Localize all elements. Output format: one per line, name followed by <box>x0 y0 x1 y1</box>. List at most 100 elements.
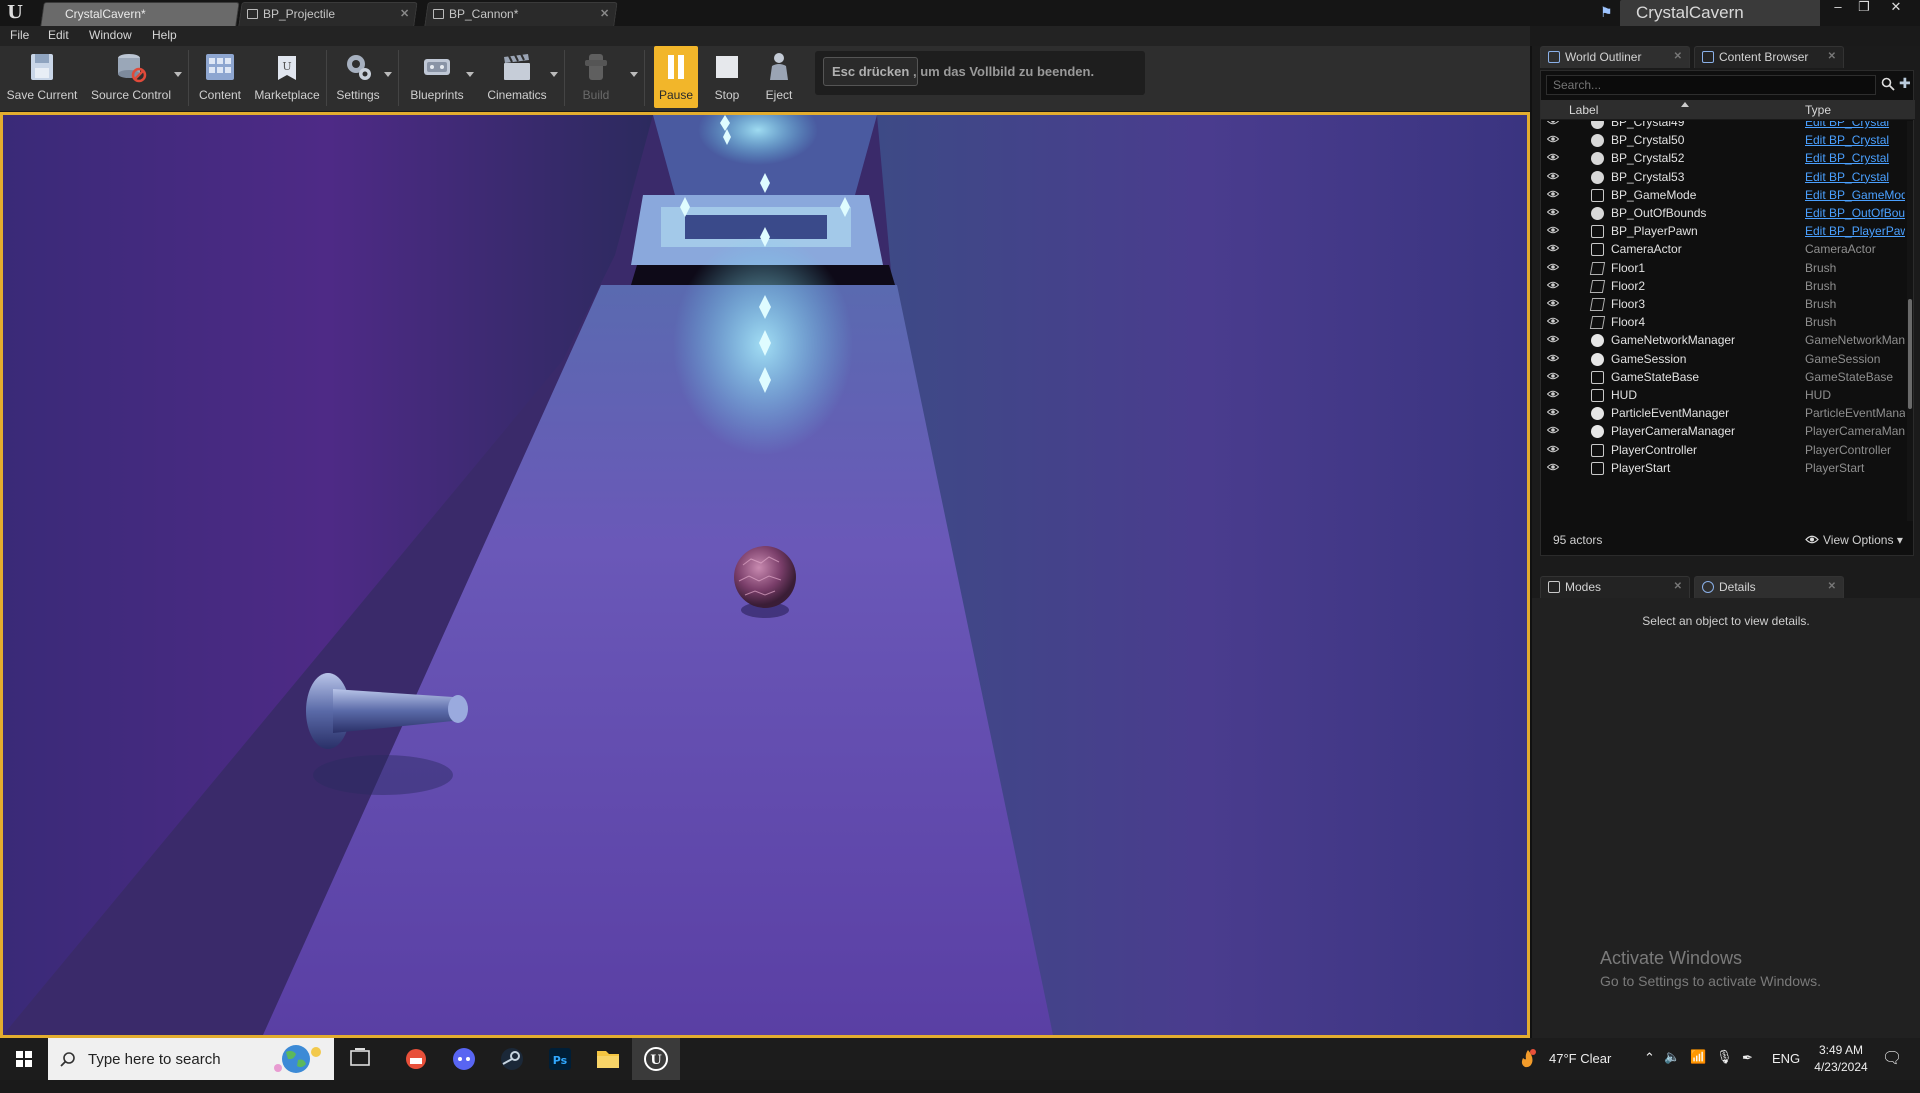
build-button[interactable]: Build <box>568 46 624 108</box>
close-icon[interactable]: ✕ <box>1674 47 1682 67</box>
outliner-row[interactable]: CameraActor CameraActor <box>1541 240 1906 258</box>
tab-modes[interactable]: Modes ✕ <box>1540 576 1690 598</box>
discord-icon[interactable] <box>440 1038 488 1080</box>
outliner-row[interactable]: BP_OutOfBounds Edit BP_OutOfBounds <box>1541 204 1906 222</box>
visibility-eye-icon[interactable] <box>1547 208 1559 216</box>
outliner-row[interactable]: GameSession GameSession <box>1541 350 1906 368</box>
visibility-eye-icon[interactable] <box>1547 299 1559 307</box>
language-indicator[interactable]: ENG <box>1772 1051 1800 1093</box>
eject-button[interactable]: Eject <box>754 46 804 108</box>
maximize-button[interactable]: ❐ <box>1852 0 1876 16</box>
menu-edit[interactable]: Edit <box>48 28 69 42</box>
edit-blueprint-link[interactable]: Edit BP_Crystal <box>1805 121 1905 129</box>
column-type-header[interactable]: Type <box>1805 103 1831 117</box>
visibility-eye-icon[interactable] <box>1547 153 1559 161</box>
tab-content-browser[interactable]: Content Browser ✕ <box>1694 46 1844 68</box>
unreal-engine-icon[interactable]: U <box>632 1038 680 1080</box>
outliner-row[interactable]: BP_Crystal52 Edit BP_Crystal <box>1541 149 1906 167</box>
blueprints-button[interactable]: Blueprints <box>402 46 472 108</box>
edit-blueprint-link[interactable]: Edit BP_Crystal <box>1805 151 1905 165</box>
visibility-eye-icon[interactable] <box>1547 426 1559 434</box>
photoshop-icon[interactable]: Ps <box>536 1038 584 1080</box>
outliner-row[interactable]: Floor1 Brush <box>1541 259 1906 277</box>
outliner-row[interactable]: BP_Crystal53 Edit BP_Crystal <box>1541 168 1906 186</box>
doc-tab-bp-projectile[interactable]: BP_Projectile ✕ <box>238 2 418 26</box>
visibility-eye-icon[interactable] <box>1547 172 1559 180</box>
outliner-row[interactable]: BP_Crystal50 Edit BP_Crystal <box>1541 131 1906 149</box>
level-viewport[interactable] <box>0 112 1530 1038</box>
notification-icon[interactable]: 🗨 <box>1882 1048 1902 1090</box>
system-clock[interactable]: 3:49 AM 4/23/2024 <box>1810 1042 1872 1076</box>
outliner-row[interactable]: BP_GameMode Edit BP_GameMode <box>1541 186 1906 204</box>
scrollbar-thumb[interactable] <box>1908 299 1912 409</box>
source-control-dropdown[interactable] <box>174 72 182 77</box>
file-explorer-icon[interactable] <box>584 1038 632 1080</box>
steam-icon[interactable] <box>488 1038 536 1080</box>
doc-tab-bp-cannon[interactable]: BP_Cannon* ✕ <box>424 2 618 26</box>
outliner-row[interactable]: PlayerCameraManager PlayerCameraManager <box>1541 422 1906 440</box>
settings-dropdown[interactable] <box>384 72 392 77</box>
edit-blueprint-link[interactable]: Edit BP_PlayerPawn <box>1805 224 1905 238</box>
outliner-row[interactable]: ParticleEventManager ParticleEventManager <box>1541 404 1906 422</box>
snip-app-icon[interactable] <box>392 1038 440 1080</box>
visibility-eye-icon[interactable] <box>1547 281 1559 289</box>
windows-start-icon[interactable] <box>0 1038 48 1080</box>
outliner-row[interactable]: PlayerController PlayerController <box>1541 441 1906 459</box>
cinematics-button[interactable]: Cinematics <box>480 46 554 108</box>
visibility-eye-icon[interactable] <box>1547 463 1559 471</box>
edit-blueprint-link[interactable]: Edit BP_OutOfBounds <box>1805 206 1905 220</box>
chevron-up-icon[interactable]: ⌃ <box>1644 1050 1655 1092</box>
outliner-row[interactable]: PlayerStart PlayerStart <box>1541 459 1906 477</box>
outliner-row[interactable]: GameStateBase GameStateBase <box>1541 368 1906 386</box>
outliner-row[interactable]: Floor2 Brush <box>1541 277 1906 295</box>
taskbar-search-box[interactable]: Type here to search <box>48 1038 334 1080</box>
edit-blueprint-link[interactable]: Edit BP_Crystal <box>1805 133 1905 147</box>
visibility-eye-icon[interactable] <box>1547 408 1559 416</box>
menu-help[interactable]: Help <box>152 28 177 42</box>
search-icon[interactable] <box>1881 77 1895 91</box>
pause-button[interactable]: Pause <box>654 46 698 108</box>
visibility-eye-icon[interactable] <box>1547 445 1559 453</box>
menu-window[interactable]: Window <box>89 28 132 42</box>
column-label-header[interactable]: Label <box>1569 103 1598 117</box>
stop-button[interactable]: Stop <box>702 46 752 108</box>
visibility-eye-icon[interactable] <box>1547 190 1559 198</box>
content-button[interactable]: Content <box>192 46 248 108</box>
visibility-eye-icon[interactable] <box>1547 244 1559 252</box>
tab-world-outliner[interactable]: World Outliner ✕ <box>1540 46 1690 68</box>
visibility-eye-icon[interactable] <box>1547 226 1559 234</box>
view-options-button[interactable]: View Options ▾ <box>1805 531 1909 549</box>
visibility-eye-icon[interactable] <box>1547 121 1559 125</box>
network-icon[interactable]: 📶 <box>1690 1049 1706 1091</box>
close-icon[interactable]: ✕ <box>1674 577 1682 597</box>
close-icon[interactable]: ✕ <box>1828 577 1836 597</box>
edit-blueprint-link[interactable]: Edit BP_Crystal <box>1805 170 1905 184</box>
doc-tab-crystalcavern[interactable]: CrystalCavern* <box>40 2 240 26</box>
cinematics-dropdown[interactable] <box>550 72 558 77</box>
save-current-button[interactable]: Save Current <box>4 46 80 108</box>
weather-text[interactable]: 47°F Clear <box>1549 1051 1611 1066</box>
tab-details[interactable]: Details ✕ <box>1694 576 1844 598</box>
outliner-search-input[interactable] <box>1546 75 1876 95</box>
outliner-row[interactable]: HUD HUD <box>1541 386 1906 404</box>
close-icon[interactable]: ✕ <box>400 3 409 25</box>
source-control-button[interactable]: Source Control <box>86 46 176 108</box>
marketplace-button[interactable]: U Marketplace <box>250 46 324 108</box>
task-view-icon[interactable] <box>336 1038 384 1080</box>
visibility-eye-icon[interactable] <box>1547 354 1559 362</box>
visibility-eye-icon[interactable] <box>1547 335 1559 343</box>
outliner-row[interactable]: BP_PlayerPawn Edit BP_PlayerPawn <box>1541 222 1906 240</box>
close-window-button[interactable]: ✕ <box>1884 0 1908 16</box>
settings-button[interactable]: Settings <box>330 46 386 108</box>
outliner-row[interactable]: GameNetworkManager GameNetworkManager <box>1541 331 1906 349</box>
outliner-scrollbar[interactable] <box>1907 121 1913 521</box>
volume-icon[interactable]: 🔈 <box>1664 1049 1680 1091</box>
visibility-eye-icon[interactable] <box>1547 135 1559 143</box>
visibility-eye-icon[interactable] <box>1547 263 1559 271</box>
menu-file[interactable]: File <box>10 28 29 42</box>
close-icon[interactable]: ✕ <box>1828 47 1836 67</box>
visibility-eye-icon[interactable] <box>1547 390 1559 398</box>
outliner-row[interactable]: Floor4 Brush <box>1541 313 1906 331</box>
build-dropdown[interactable] <box>630 72 638 77</box>
edit-blueprint-link[interactable]: Edit BP_GameMode <box>1805 188 1905 202</box>
